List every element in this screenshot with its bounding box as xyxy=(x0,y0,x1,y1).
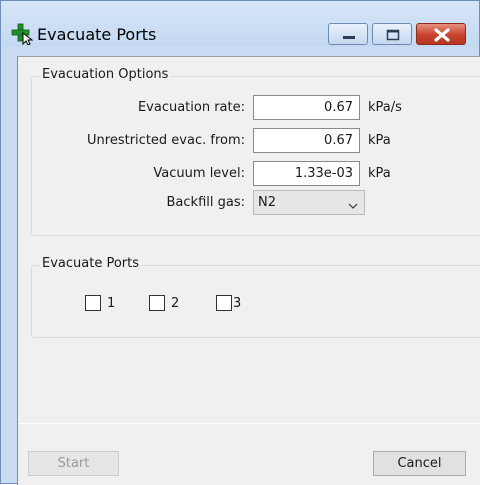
backfill-gas-select[interactable]: N2 xyxy=(253,190,365,215)
checkbox-box[interactable] xyxy=(216,295,232,311)
maximize-icon xyxy=(386,29,400,41)
dialog-window: Evacuate Ports Evacuation Options Evacua… xyxy=(0,0,480,485)
plus-arrow-icon xyxy=(11,23,34,46)
maximize-button[interactable] xyxy=(372,23,412,45)
vacuum-level-field[interactable]: 1.33e-03 xyxy=(253,161,360,186)
evacuation-rate-unit: kPa/s xyxy=(368,100,402,115)
title-bar[interactable]: Evacuate Ports xyxy=(1,1,479,47)
checkbox-box[interactable] xyxy=(149,295,165,311)
unrestricted-evac-label: Unrestricted evac. from: xyxy=(87,133,245,148)
unrestricted-evac-field[interactable]: 0.67 xyxy=(253,128,360,153)
evacuation-rate-field[interactable]: 0.67 xyxy=(253,95,360,120)
chevron-down-icon xyxy=(348,199,358,214)
checkbox-box[interactable] xyxy=(85,295,101,311)
port-3-label: 3 xyxy=(233,296,242,311)
minimize-icon xyxy=(343,36,355,39)
dialog-client-area: Evacuation Options Evacuation rate: 0.67… xyxy=(17,56,480,485)
port-1-label: 1 xyxy=(107,296,116,311)
vacuum-level-label: Vacuum level: xyxy=(153,166,245,181)
minimize-button[interactable] xyxy=(328,23,368,45)
evacuate-ports-title: Evacuate Ports xyxy=(40,256,141,271)
close-icon xyxy=(434,28,450,42)
close-button[interactable] xyxy=(416,23,466,45)
footer-divider xyxy=(18,423,480,424)
window-title: Evacuate Ports xyxy=(37,25,157,44)
unrestricted-evac-unit: kPa xyxy=(368,133,391,148)
start-button[interactable]: Start xyxy=(28,451,119,476)
evacuation-options-title: Evacuation Options xyxy=(40,67,171,82)
backfill-gas-value: N2 xyxy=(258,195,276,210)
port-2-label: 2 xyxy=(171,296,180,311)
evacuation-rate-label: Evacuation rate: xyxy=(137,100,245,115)
backfill-gas-label: Backfill gas: xyxy=(166,195,245,210)
cancel-button[interactable]: Cancel xyxy=(373,451,466,476)
vacuum-level-unit: kPa xyxy=(368,166,391,181)
